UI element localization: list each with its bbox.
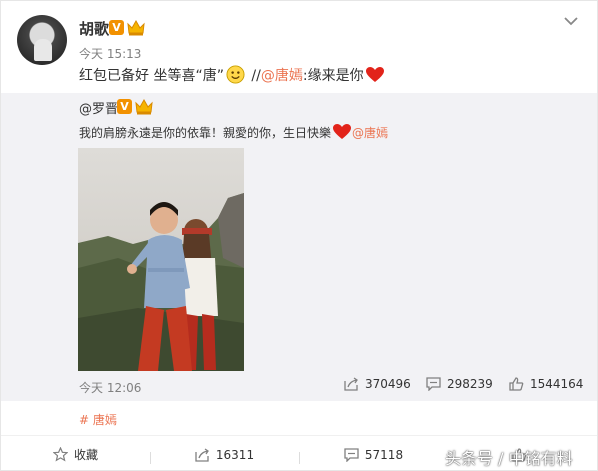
post-text-tail: :缘来是你 [302,68,364,84]
repost-text-main: 我的肩膀永遠是你的依靠！親愛的你，生日快樂 [79,126,332,140]
post-text-main: 红包已备好 坐等喜“唐” [79,68,224,84]
footer-divider [1,435,597,436]
repost-like-count: 1544164 [530,377,584,391]
chevron-down-icon[interactable] [563,13,579,29]
repost-like-stat[interactable]: 1544164 [509,377,583,391]
author-avatar[interactable] [17,15,67,65]
author-name[interactable]: 胡歌 [79,18,109,39]
repost-time[interactable]: 今天 12:06 [79,379,141,396]
repost-author[interactable]: @罗晋 [79,98,118,117]
comment-count: 57118 [364,447,404,462]
footer-comment-icon [344,447,359,462]
repost-comment-stat[interactable]: 298239 [426,377,493,391]
thumbs-up-icon [509,377,524,391]
mention-link[interactable]: @唐嫣 [261,68,303,84]
verified-icon: V [109,20,124,35]
star-icon [52,447,68,462]
favorite-label: 收藏 [73,448,98,462]
share-icon [344,377,358,391]
repost-mention-link[interactable]: @唐嫣 [352,126,388,140]
repost-verified-icon: V [117,99,132,114]
comment-button[interactable]: 57118 [299,447,448,464]
post-text: 红包已备好 坐等喜“唐” //@唐嫣:缘来是你 [79,65,385,85]
repost-heart-emoji-icon [333,124,352,139]
post-text-sep: // [246,68,261,84]
favorite-button[interactable]: 收藏 [1,446,150,463]
share-button[interactable]: 16311 [150,447,299,464]
comment-icon [426,377,441,391]
repost-share-count: 370496 [365,377,411,391]
weibo-card: 胡歌 V 今天 15:13 红包已备好 坐等喜“唐” //@唐嫣:缘来是你 @罗… [0,0,598,471]
smile-emoji-icon [226,65,245,84]
watermark-text: 头条号 / 中铭有料 [445,449,573,468]
repost-vip-crown-icon [135,98,153,115]
vip-crown-icon [127,19,145,36]
topic-tag[interactable]: # 唐嫣 [79,411,117,428]
heart-emoji-icon [365,67,384,82]
repost-comment-count: 298239 [447,377,493,391]
repost-share-stat[interactable]: 370496 [344,377,411,391]
post-time[interactable]: 今天 15:13 [79,45,141,62]
repost-photo[interactable] [78,148,244,371]
footer-share-icon [195,447,209,462]
repost-block: @罗晋 V 我的肩膀永遠是你的依靠！親愛的你，生日快樂 @唐嫣 今天 12:06… [1,93,597,401]
share-count: 16311 [215,447,255,462]
repost-text: 我的肩膀永遠是你的依靠！親愛的你，生日快樂 @唐嫣 [79,123,388,141]
